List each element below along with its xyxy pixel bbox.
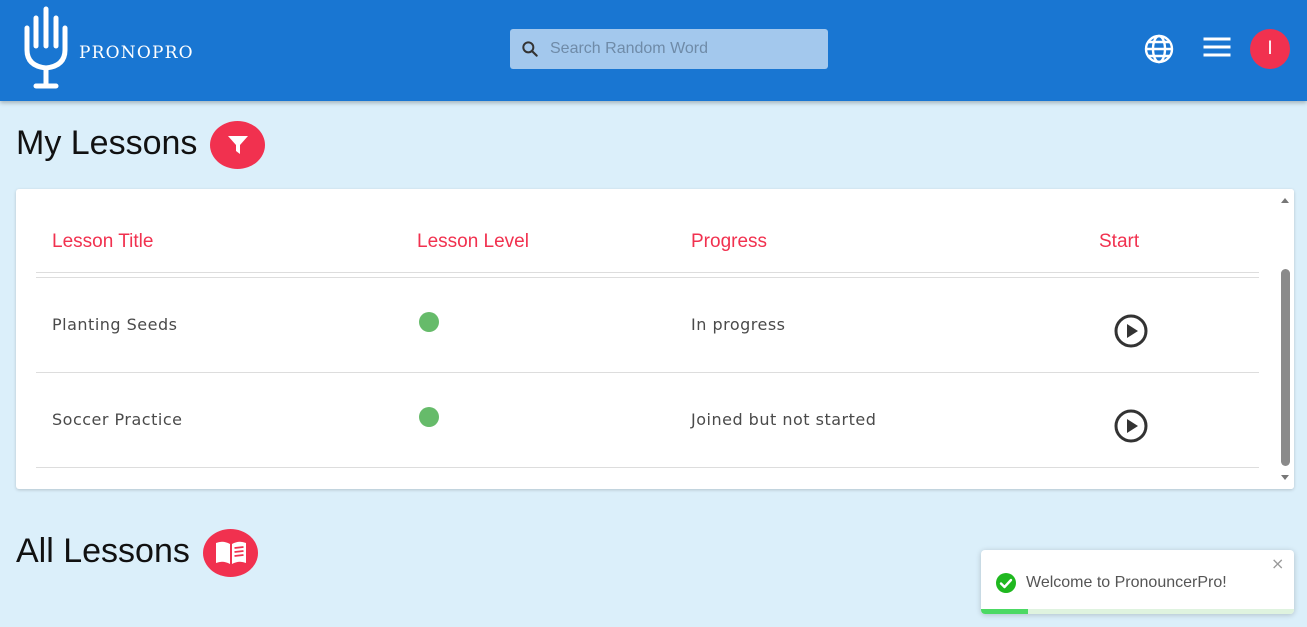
search-icon	[510, 29, 550, 69]
all-lessons-title: All Lessons	[16, 532, 190, 570]
column-header-lesson-level: Lesson Level	[417, 231, 529, 252]
hamburger-menu-icon	[1203, 37, 1231, 57]
column-header-start: Start	[1099, 231, 1140, 252]
lesson-title: Soccer Practice	[52, 410, 183, 429]
user-avatar[interactable]: I	[1250, 29, 1290, 69]
my-lessons-table-card: Lesson Title Lesson Level Progress Start…	[16, 189, 1294, 489]
column-header-lesson-title: Lesson Title	[52, 231, 154, 252]
table-header: Lesson Title Lesson Level Progress Start	[36, 189, 1259, 278]
lesson-level-indicator	[419, 407, 439, 427]
table-row: Planting Seeds In progress	[36, 278, 1259, 373]
start-lesson-button[interactable]	[1113, 408, 1149, 444]
table-scrollbar[interactable]	[1277, 189, 1294, 489]
lesson-title: Planting Seeds	[52, 315, 178, 334]
welcome-toast: Welcome to PronouncerPro! ×	[981, 550, 1294, 614]
column-header-progress: Progress	[691, 231, 768, 252]
toast-message: Welcome to PronouncerPro!	[1026, 574, 1227, 591]
scrollbar-thumb[interactable]	[1281, 269, 1290, 466]
scroll-down-arrow-icon[interactable]	[1281, 475, 1289, 480]
logo[interactable]: PRONOPRO	[22, 6, 202, 92]
filter-button[interactable]	[210, 121, 265, 169]
my-lessons-table: Lesson Title Lesson Level Progress Start…	[36, 189, 1259, 468]
avatar-initial: I	[1267, 38, 1273, 59]
globe-icon	[1144, 34, 1174, 64]
scroll-up-arrow-icon[interactable]	[1281, 198, 1289, 203]
my-lessons-title: My Lessons	[16, 124, 198, 162]
lesson-progress: Joined but not started	[691, 410, 877, 429]
all-lessons-button[interactable]	[203, 529, 258, 577]
close-icon[interactable]: ×	[1271, 556, 1284, 572]
language-button[interactable]	[1141, 31, 1177, 67]
start-lesson-button[interactable]	[1113, 313, 1149, 349]
lesson-level-indicator	[419, 312, 439, 332]
app-header: PRONOPRO Search Random Word I	[0, 0, 1307, 101]
brand-name: PRONOPRO	[79, 43, 194, 63]
menu-button[interactable]	[1199, 29, 1235, 65]
toast-timer-track	[981, 609, 1294, 614]
play-circle-icon	[1114, 314, 1148, 348]
open-book-icon	[215, 541, 246, 564]
success-check-icon	[996, 573, 1016, 593]
toast-timer-bar	[981, 609, 1028, 614]
filter-icon	[227, 136, 248, 154]
play-circle-icon	[1114, 409, 1148, 443]
lesson-progress: In progress	[691, 315, 786, 334]
table-row: Soccer Practice Joined but not started	[36, 373, 1259, 468]
search-input[interactable]	[550, 29, 820, 69]
search-box[interactable]	[510, 29, 828, 69]
microphone-hand-icon	[24, 6, 68, 89]
table-body: Planting Seeds In progress Soccer Practi…	[36, 278, 1259, 468]
